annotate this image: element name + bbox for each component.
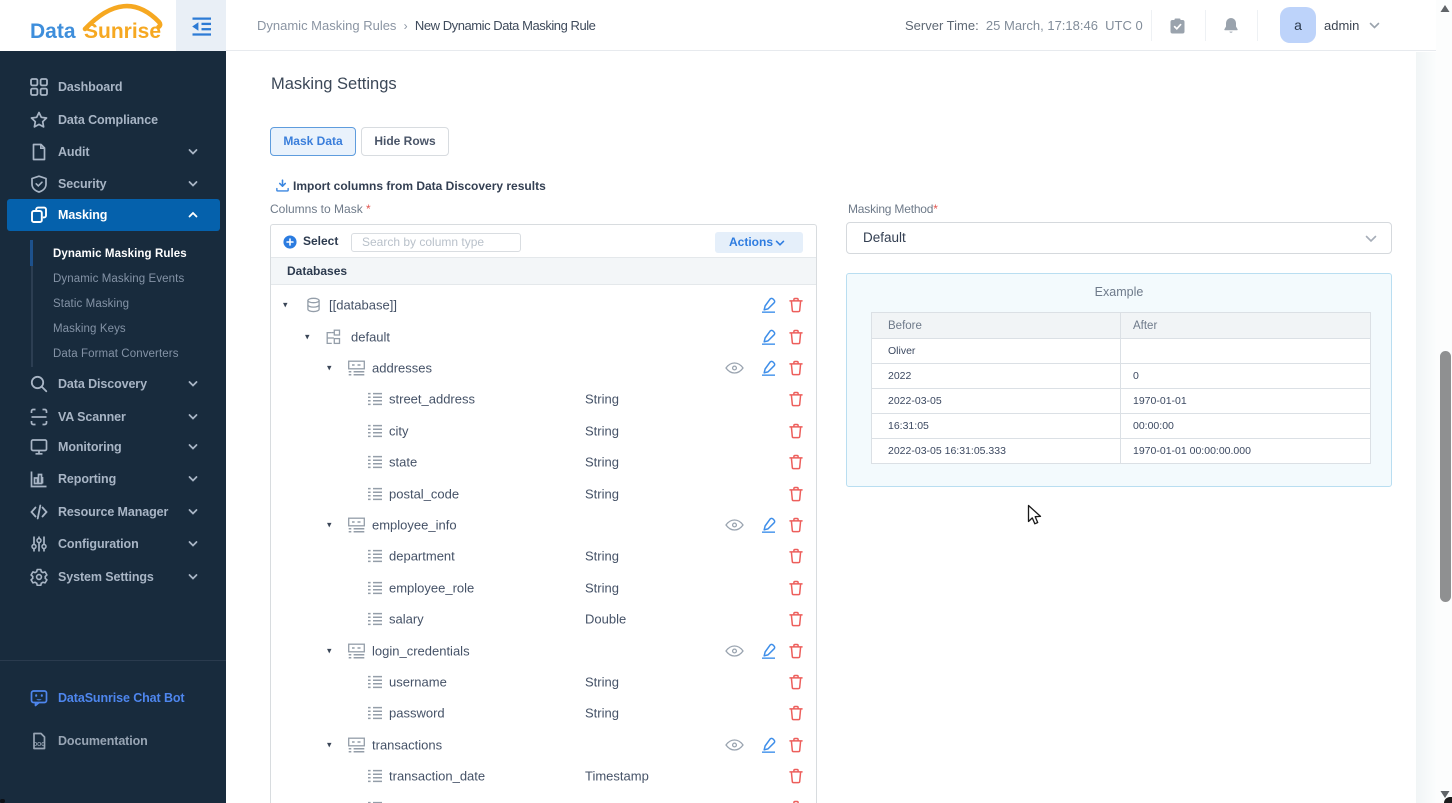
svg-text:Sunrise: Sunrise — [84, 20, 161, 43]
svg-text:DOC: DOC — [33, 742, 45, 748]
svg-text:Data: Data — [30, 20, 76, 43]
